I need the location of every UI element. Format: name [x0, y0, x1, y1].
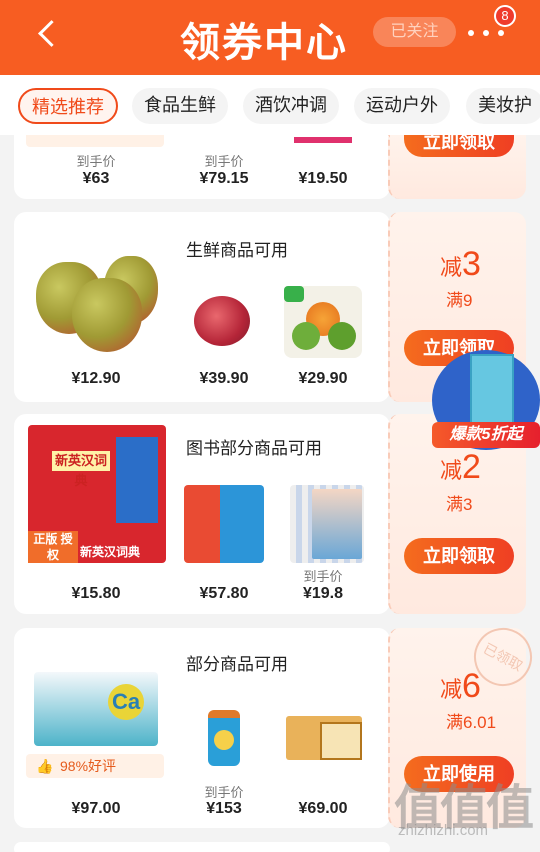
coupon-card-next[interactable] [14, 842, 390, 852]
exam-books-image[interactable] [184, 485, 264, 563]
header-bar: 领券中心 已关注 8 [0, 0, 540, 75]
product-price: ¥29.90 [298, 370, 348, 387]
picture-books-image[interactable] [290, 485, 364, 563]
authorized-tag: 正版 授权 [28, 531, 78, 563]
product-price: ¥57.80 [199, 585, 249, 602]
dictionary-image[interactable]: 新英汉词典 正版 授权 新英汉词典 [28, 425, 166, 563]
tab-drinks[interactable]: 酒饮冲调 [243, 88, 339, 124]
price-label: 到手价 [204, 785, 244, 800]
category-tabs: 精选推荐 食品生鲜 酒饮冲调 运动户外 美妆护 [0, 75, 540, 135]
tab-fresh-food[interactable]: 食品生鲜 [132, 88, 228, 124]
tea-box-image[interactable] [286, 716, 362, 760]
product-price: ¥69.00 [298, 800, 348, 817]
floating-promo-ad[interactable]: 爆款5折起 [432, 350, 540, 450]
dictionary-cover-title: 新英汉词典 [52, 451, 110, 488]
tab-beauty[interactable]: 美妆护 [466, 88, 540, 124]
good-rate-badge: 👍 98%好评 [26, 754, 164, 778]
thumbs-up-icon: 👍 [36, 758, 54, 774]
product-price: ¥79.15 [199, 170, 249, 187]
supplement-bottle-image[interactable] [208, 710, 240, 766]
product-price: ¥19.8 [302, 585, 344, 602]
discount-amount: 减6 [440, 667, 481, 705]
product-price: ¥97.00 [71, 800, 121, 817]
dictionary-bottom-title: 新英汉词典 [80, 545, 141, 559]
card-title: 部分商品可用 [186, 655, 288, 674]
product-price: ¥153 [206, 800, 242, 817]
tab-outdoor[interactable]: 运动户外 [354, 88, 450, 124]
discount-condition: 满3 [446, 495, 473, 514]
price-label: 到手价 [204, 154, 244, 169]
discount-amount: 减2 [440, 448, 481, 486]
discount-condition: 满9 [446, 291, 473, 310]
discount-condition: 满6.01 [446, 713, 497, 732]
tab-featured[interactable]: 精选推荐 [18, 88, 118, 124]
follow-button[interactable]: 已关注 [373, 17, 456, 47]
product-price: ¥19.50 [298, 170, 348, 187]
card-title: 生鲜商品可用 [186, 241, 288, 260]
product-price: ¥12.90 [71, 370, 121, 387]
price-label: 到手价 [76, 154, 116, 169]
calcium-label: Ca [108, 684, 144, 720]
calcium-tablet-image[interactable]: Ca [34, 672, 158, 746]
notification-badge: 8 [494, 5, 516, 27]
product-image-partial [294, 137, 352, 143]
promo-label: 爆款5折起 [432, 422, 540, 448]
orange-image[interactable] [284, 286, 362, 358]
site-watermark: 值值值 zhizhizhi.com [394, 782, 534, 839]
card-title: 图书部分商品可用 [186, 439, 322, 458]
back-arrow-icon[interactable] [32, 14, 64, 54]
product-price: ¥15.80 [71, 585, 121, 602]
pomegranate-image[interactable] [194, 296, 250, 346]
claim-button[interactable]: 立即领取 [404, 538, 514, 574]
discount-amount: 减3 [440, 245, 481, 283]
product-price: ¥63 [82, 170, 110, 187]
page-title: 领券中心 [180, 21, 348, 65]
price-label: 到手价 [303, 569, 343, 584]
product-price: ¥39.90 [199, 370, 249, 387]
good-rate-strip [26, 135, 164, 147]
claim-button-partial[interactable]: 立即领取 [404, 135, 514, 157]
